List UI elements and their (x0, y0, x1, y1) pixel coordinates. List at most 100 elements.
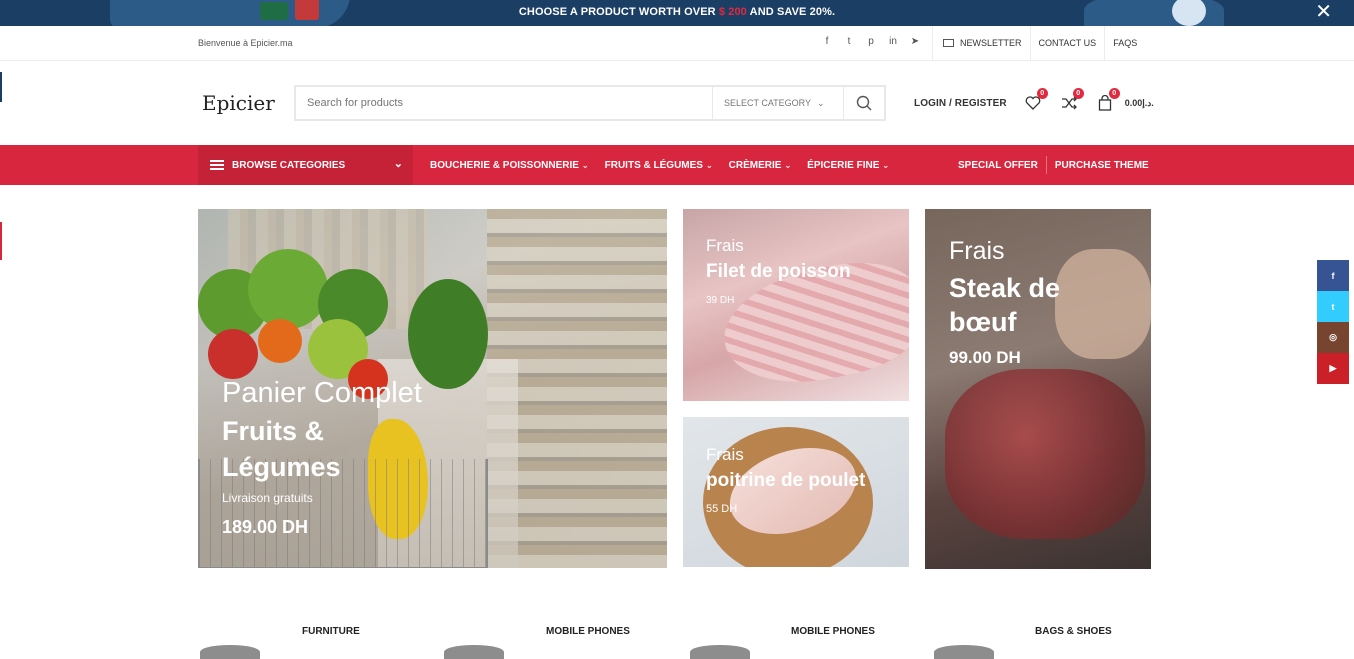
login-register-link[interactable]: LOGIN / REGISTER (914, 98, 1007, 109)
vegetable-image (208, 329, 258, 379)
banner-title-line: Fruits & (222, 416, 325, 446)
steak-image (945, 369, 1145, 539)
edge-marker (0, 222, 2, 260)
banner-price: 189.00 DH (222, 517, 309, 537)
nav-item-label: ÉPICERIE FINE (807, 159, 880, 171)
vegetable-image (248, 249, 328, 329)
cart-total[interactable]: 0.00د.إ. (1125, 98, 1154, 109)
purchase-theme-link[interactable]: PURCHASE THEME (1047, 160, 1157, 171)
chevron-down-icon: ⌄ (882, 160, 890, 170)
banner-filet-poisson[interactable]: Frais Filet de poisson 39 DH (683, 209, 909, 401)
chevron-down-icon: ⌄ (784, 160, 792, 170)
promo-text-before: CHOOSE A PRODUCT WORTH OVER (518, 6, 719, 18)
cart-button[interactable]: 0 (1095, 88, 1120, 112)
category-label[interactable]: FURNITURE (302, 626, 360, 637)
promo-text-after: AND SAVE 20%. (746, 6, 836, 18)
browse-categories-label: BROWSE CATEGORIES (232, 159, 346, 171)
compare-button[interactable]: 0 (1059, 88, 1084, 112)
nav-menu: BOUCHERIE & POISSONNERIE ⌄ FRUITS & LÉGUM… (430, 145, 889, 185)
facebook-icon[interactable]: f (822, 36, 832, 48)
twitter-icon[interactable]: t (1317, 291, 1349, 322)
welcome-text: Bienvenue à Epicier.ma (198, 38, 293, 48)
twitter-icon[interactable]: t (844, 36, 854, 48)
banner-title: Steak de bœuf (949, 271, 1060, 339)
chevron-down-icon: ⌄ (393, 158, 403, 170)
category-label[interactable]: MOBILE PHONES (791, 626, 875, 637)
heart-icon (1025, 96, 1041, 110)
category-select[interactable]: SELECT CATEGORY ⌄ (712, 87, 843, 119)
site-logo[interactable]: Epicier (202, 91, 275, 115)
category-image[interactable] (444, 645, 504, 659)
banner-steak-boeuf[interactable]: Frais Steak de bœuf 99.00 DH (925, 209, 1151, 569)
newsletter-link[interactable]: NEWSLETTER (932, 26, 1030, 60)
banner-subtitle: Livraison gratuits (222, 491, 313, 505)
top-links: NEWSLETTER CONTACT US FAQS (932, 26, 1145, 60)
category-image[interactable] (690, 645, 750, 659)
banner-kicker: Frais (706, 236, 744, 255)
search-bar: SELECT CATEGORY ⌄ (294, 85, 886, 121)
top-bar: Bienvenue à Epicier.ma f t p in ➤ NEWSLE… (0, 26, 1354, 61)
banner-price: 39 DH (706, 295, 735, 306)
banner-price: 55 DH (706, 503, 738, 515)
close-icon[interactable]: ✕ (1315, 2, 1332, 22)
youtube-icon[interactable]: ▶ (1317, 353, 1349, 384)
nav-item-boucherie[interactable]: BOUCHERIE & POISSONNERIE ⌄ (430, 160, 589, 171)
cart-count: 0 (1108, 88, 1120, 99)
special-offer-link[interactable]: SPECIAL OFFER (950, 160, 1046, 171)
category-select-label: SELECT CATEGORY (724, 98, 812, 108)
category-strip: FURNITURE MOBILE PHONES MOBILE PHONES BA… (0, 620, 1354, 659)
nav-item-label: FRUITS & LÉGUMES (604, 159, 703, 171)
nav-right: SPECIAL OFFER PURCHASE THEME (950, 145, 1157, 185)
nav-item-epicerie-fine[interactable]: ÉPICERIE FINE ⌄ (807, 160, 889, 171)
promo-price: $ 200 (718, 6, 747, 18)
search-icon (856, 95, 872, 111)
banner-kicker: Frais (949, 237, 1005, 265)
facebook-icon[interactable]: f (1317, 260, 1349, 291)
vegetable-image (258, 319, 302, 363)
contact-us-link[interactable]: CONTACT US (1029, 26, 1105, 60)
telegram-icon[interactable]: ➤ (910, 36, 920, 48)
nav-item-label: CRÈMERIE (728, 159, 782, 171)
wishlist-count: 0 (1036, 88, 1048, 99)
banner-fruits-legumes[interactable]: Panier Complet Fruits & Légumes Livraiso… (198, 209, 667, 568)
newsletter-label: NEWSLETTER (960, 38, 1022, 48)
search-input[interactable] (296, 87, 712, 119)
linkedin-icon[interactable]: in (888, 36, 898, 48)
banner-title-line: Steak de (949, 273, 1061, 303)
wishlist-button[interactable]: 0 (1023, 88, 1048, 112)
faqs-link[interactable]: FAQS (1104, 26, 1145, 60)
envelope-icon (943, 39, 954, 47)
category-image[interactable] (934, 645, 994, 659)
header-actions: LOGIN / REGISTER 0 0 0 0.00د.إ. (914, 88, 1154, 112)
banner-poitrine-poulet[interactable]: Frais poitrine de poulet 55 DH (683, 417, 909, 567)
hamburger-icon (210, 160, 224, 170)
instagram-icon[interactable]: ◎ (1317, 322, 1349, 353)
shuffle-icon (1061, 96, 1077, 110)
browse-categories-button[interactable]: BROWSE CATEGORIES ⌄ (198, 145, 413, 185)
chevron-down-icon: ⌄ (581, 160, 589, 170)
shopping-bag-icon (1098, 95, 1111, 111)
nav-item-cremerie[interactable]: CRÈMERIE ⌄ (729, 160, 792, 171)
category-label[interactable]: MOBILE PHONES (546, 626, 630, 637)
chevron-down-icon: ⌄ (705, 160, 713, 170)
search-button[interactable] (843, 87, 884, 119)
banner-title: Fruits & Légumes (222, 413, 341, 485)
floating-social-bar: f t ◎ ▶ (1317, 260, 1349, 384)
nav-item-label: BOUCHERIE & POISSONNERIE (430, 159, 579, 171)
hand-image (1055, 249, 1151, 359)
compare-count: 0 (1072, 88, 1084, 99)
site-header: Epicier SELECT CATEGORY ⌄ LOGIN / REGIST… (0, 61, 1354, 145)
banner-kicker: Panier Complet (222, 377, 422, 409)
category-image[interactable] (200, 645, 260, 659)
nav-item-fruits-legumes[interactable]: FRUITS & LÉGUMES ⌄ (605, 160, 713, 171)
banner-title: poitrine de poulet (706, 470, 866, 491)
banner-title-line: Légumes (222, 452, 341, 482)
promo-text: CHOOSE A PRODUCT WORTH OVER $ 200 AND SA… (0, 6, 1354, 18)
banner-price: 99.00 DH (949, 348, 1021, 367)
chevron-down-icon: ⌄ (817, 97, 825, 108)
banner-kicker: Frais (706, 445, 744, 464)
main-nav: BROWSE CATEGORIES ⌄ BOUCHERIE & POISSONN… (0, 145, 1354, 185)
pinterest-icon[interactable]: p (866, 36, 876, 48)
category-label[interactable]: BAGS & SHOES (1035, 626, 1112, 637)
vegetable-image (408, 279, 488, 389)
